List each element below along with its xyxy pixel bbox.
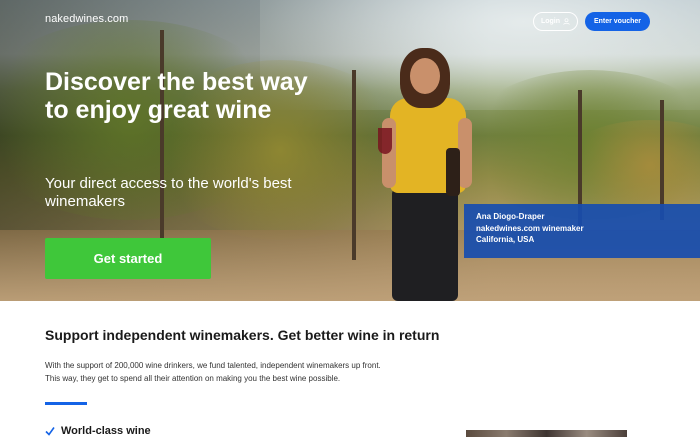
- section-divider: [45, 402, 87, 405]
- winemaker-caption: Ana Diogo-Draper nakedwines.com winemake…: [464, 204, 700, 258]
- feature-item: World-class wine: [45, 425, 151, 437]
- wine-glass: [378, 128, 392, 154]
- section-description: With the support of 200,000 wine drinker…: [45, 359, 465, 385]
- vine-post: [660, 100, 664, 220]
- vine-post: [160, 30, 164, 270]
- description-line: This way, they get to spend all their at…: [45, 374, 341, 383]
- hero-subheadline: Your direct access to the world's best w…: [45, 175, 292, 210]
- vine-post: [352, 70, 356, 260]
- section-title: Support independent winemakers. Get bett…: [45, 327, 440, 343]
- wine-bottle: [446, 148, 460, 196]
- winemaker-photo: [378, 48, 478, 301]
- description-line: With the support of 200,000 wine drinker…: [45, 361, 381, 370]
- winemaker-role: nakedwines.com winemaker: [476, 223, 584, 233]
- hero-headline: Discover the best way to enjoy great win…: [45, 68, 308, 124]
- get-started-button[interactable]: Get started: [45, 238, 211, 279]
- user-icon: [563, 18, 570, 25]
- feature-label: World-class wine: [61, 425, 151, 437]
- login-button[interactable]: Login: [533, 12, 578, 31]
- winemaker-name: Ana Diogo-Draper: [476, 212, 545, 221]
- checkmark-icon: [45, 427, 55, 436]
- feature-image: [466, 430, 627, 437]
- login-button-label: Login: [540, 18, 561, 25]
- winemaker-location: California, USA: [476, 235, 535, 244]
- enter-voucher-button[interactable]: Enter voucher: [585, 12, 650, 31]
- site-logo[interactable]: nakedwines.com: [45, 13, 128, 25]
